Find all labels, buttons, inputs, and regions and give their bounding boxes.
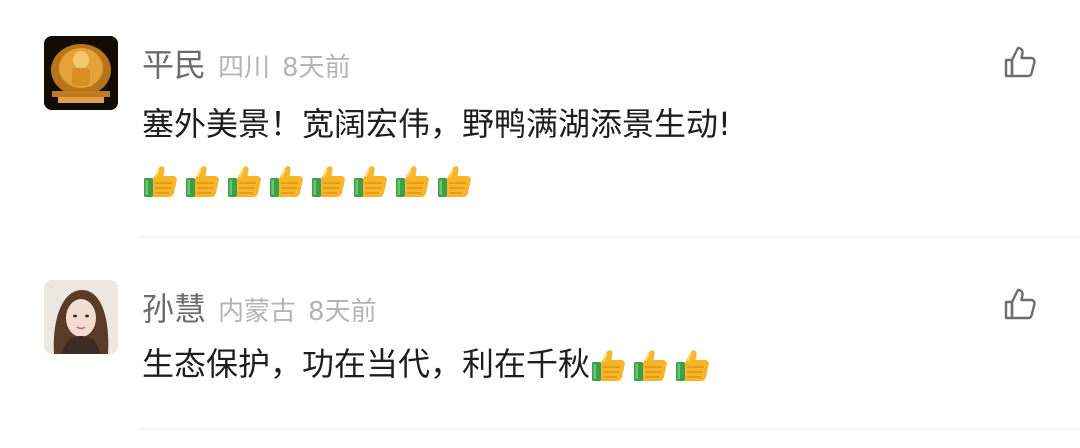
thumbs-emoji-group [590, 344, 716, 400]
divider [140, 428, 1080, 429]
thumbs-up-emoji-icon [144, 166, 177, 197]
comment-text: 生态保护，功在当代，利在千秋 [142, 336, 1042, 400]
comment-body: 塞外美景！宽阔宏伟，野鸭满湖添景生动! [142, 105, 731, 143]
thumbs-up-emoji-icon [396, 166, 429, 197]
divider [140, 236, 1080, 237]
username[interactable]: 平民 [142, 40, 206, 86]
location: 内蒙古 [218, 297, 297, 327]
comment-item: 孙慧 内蒙古 8天前 生态保护，功在当代，利在千秋 [0, 240, 1080, 430]
location: 四川 [218, 53, 271, 83]
thumbs-up-emoji-icon [312, 166, 345, 197]
thumbs-up-outline-icon [1004, 288, 1036, 320]
comment-header: 平民 四川 8天前 [142, 40, 351, 86]
avatar-portrait-image [44, 280, 118, 354]
comment-header: 孙慧 内蒙古 8天前 [142, 284, 377, 330]
thumbs-up-emoji-icon [354, 166, 387, 197]
timestamp: 8天前 [282, 53, 351, 83]
avatar[interactable] [44, 280, 118, 354]
comment-body: 生态保护，功在当代，利在千秋 [142, 345, 591, 383]
avatar[interactable] [44, 36, 118, 110]
thumbs-up-outline-icon [1004, 46, 1036, 78]
like-button[interactable] [1002, 44, 1038, 80]
thumbs-up-emoji-icon [592, 350, 625, 381]
comment-text: 塞外美景！宽阔宏伟，野鸭满湖添景生动! [142, 96, 1042, 216]
thumbs-up-emoji-icon [270, 166, 303, 197]
like-button[interactable] [1002, 286, 1038, 322]
username[interactable]: 孙慧 [142, 284, 206, 330]
comment-item: 平民 四川 8天前 塞外美景！宽阔宏伟，野鸭满湖添景生动! [0, 0, 1080, 236]
comment-meta: 四川 8天前 [218, 47, 351, 84]
thumbs-emoji-group [142, 160, 478, 216]
avatar-buddha-image [44, 36, 118, 110]
timestamp: 8天前 [308, 297, 377, 327]
thumbs-up-emoji-icon [438, 166, 471, 197]
thumbs-up-emoji-icon [186, 166, 219, 197]
thumbs-up-emoji-icon [676, 350, 709, 381]
comment-meta: 内蒙古 8天前 [218, 291, 377, 328]
thumbs-up-emoji-icon [228, 166, 261, 197]
thumbs-up-emoji-icon [634, 350, 667, 381]
